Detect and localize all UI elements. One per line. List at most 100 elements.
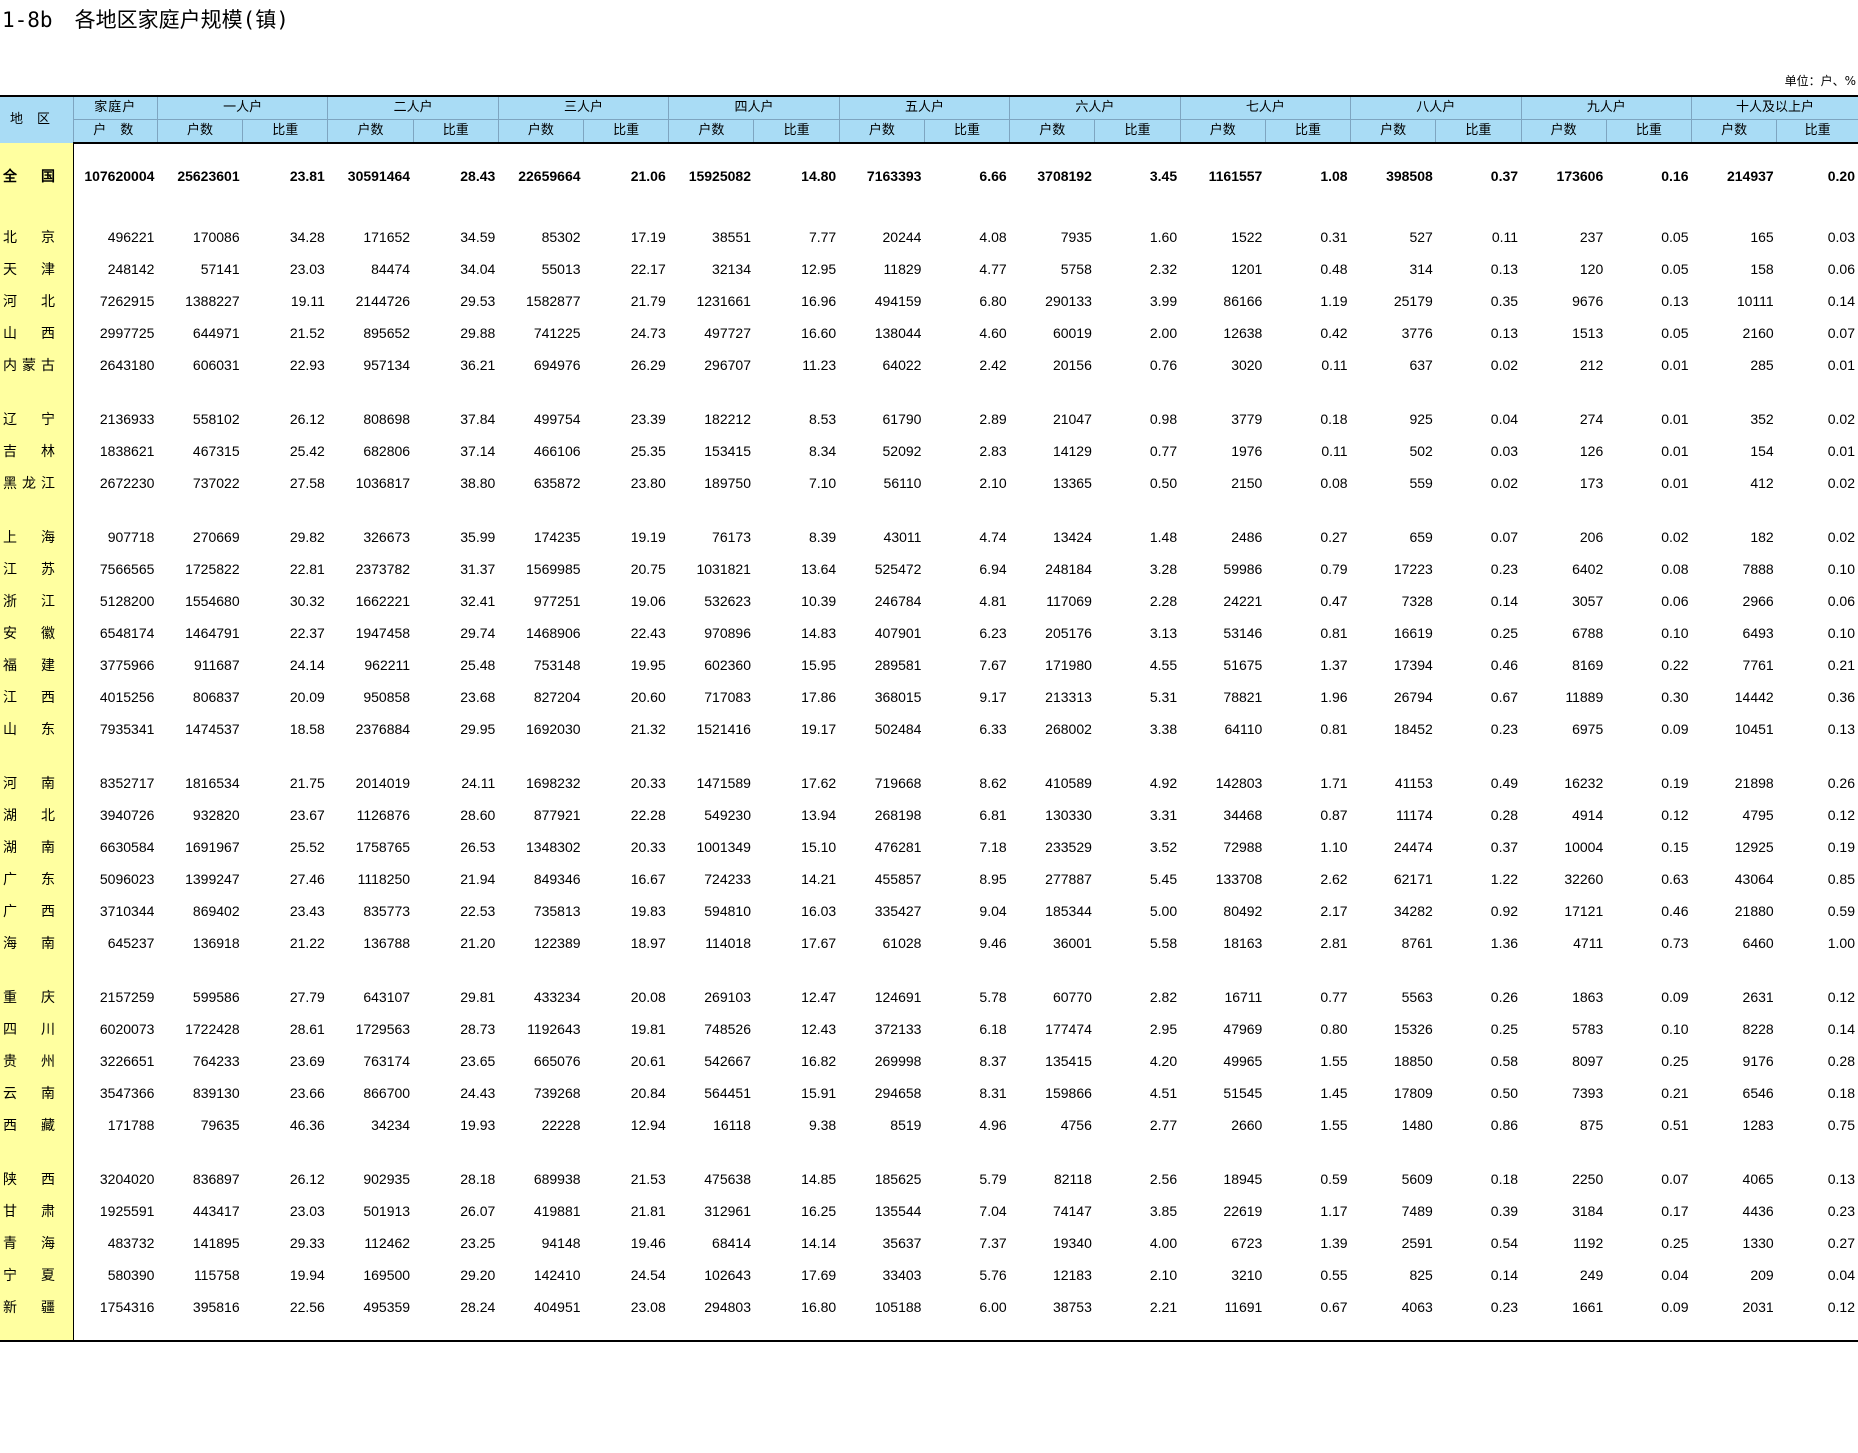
household-count-cell: 1582877 xyxy=(526,293,581,309)
table-row: 上海 907718 270669 29.82 326673 35.99 174235 19.1… xyxy=(0,521,1858,553)
total-households-cell: 2672230 xyxy=(99,475,155,491)
household-count-cell: 1001349 xyxy=(696,839,751,855)
household-count-cell: 4065 xyxy=(1742,1171,1774,1187)
ratio-cell: 0.23 xyxy=(1490,721,1519,737)
household-count-cell: 827204 xyxy=(533,689,581,705)
household-count-cell: 4063 xyxy=(1401,1299,1433,1315)
household-count-cell: 407901 xyxy=(874,625,922,641)
ratio-cell: 21.53 xyxy=(630,1171,666,1187)
household-count-cell: 64022 xyxy=(882,357,922,373)
household-count-cell: 6788 xyxy=(1572,625,1604,641)
household-count-cell: 564451 xyxy=(704,1085,751,1101)
household-count-cell: 135544 xyxy=(874,1203,922,1219)
group-header: 七人户 xyxy=(1179,95,1351,120)
household-count-cell: 3776 xyxy=(1401,325,1433,341)
household-count-cell: 314 xyxy=(1409,261,1433,277)
household-count-cell: 495359 xyxy=(363,1299,411,1315)
ratio-cell: 21.22 xyxy=(289,935,325,951)
household-count-cell: 643107 xyxy=(363,989,411,1005)
household-count-cell: 138044 xyxy=(874,325,922,341)
household-count-cell: 1976 xyxy=(1231,443,1263,459)
ratio-cell: 1.96 xyxy=(1320,689,1348,705)
ratio-cell: 19.81 xyxy=(630,1021,666,1037)
ratio-cell: 0.85 xyxy=(1827,871,1855,887)
total-households-cell: 248142 xyxy=(107,261,155,277)
ratio-cell: 16.25 xyxy=(801,1203,837,1219)
household-count-cell: 719668 xyxy=(874,775,922,791)
ratio-cell: 0.76 xyxy=(1149,357,1178,373)
ratio-cell: 0.67 xyxy=(1490,689,1519,705)
household-count-cell: 1468906 xyxy=(526,625,581,641)
total-header-top: 家庭户 xyxy=(72,95,158,120)
ratio-cell: 3.13 xyxy=(1149,625,1178,641)
household-count-cell: 2486 xyxy=(1231,529,1263,545)
household-count-cell: 902935 xyxy=(363,1171,411,1187)
household-count-cell: 911687 xyxy=(193,657,240,673)
count-subheader: 户数 xyxy=(1009,119,1095,144)
total-households-cell: 3940726 xyxy=(99,807,155,823)
region-name: 贵州 xyxy=(0,1045,74,1077)
ratio-cell: 19.19 xyxy=(630,529,666,545)
household-count-cell: 1201 xyxy=(1231,261,1263,277)
household-count-cell: 248184 xyxy=(1045,561,1092,577)
ratio-cell: 2.42 xyxy=(979,357,1007,373)
ratio-cell: 0.25 xyxy=(1490,625,1519,641)
ratio-cell: 20.33 xyxy=(630,839,666,855)
ratio-cell: 0.10 xyxy=(1827,561,1855,577)
ratio-cell: 23.08 xyxy=(630,1299,666,1315)
ratio-cell: 0.98 xyxy=(1149,411,1178,427)
ratio-cell: 5.00 xyxy=(1149,903,1178,919)
total-households-cell: 1754316 xyxy=(99,1299,155,1315)
ratio-cell: 1.55 xyxy=(1320,1117,1348,1133)
ratio-cell: 0.11 xyxy=(1321,357,1348,373)
ratio-cell: 7.37 xyxy=(979,1235,1007,1251)
household-count-cell: 1399247 xyxy=(185,871,240,887)
household-count-cell: 682806 xyxy=(363,443,411,459)
region-name: 天津 xyxy=(0,253,74,285)
ratio-cell: 17.19 xyxy=(630,229,666,245)
ratio-cell: 0.15 xyxy=(1661,839,1689,855)
household-count-cell: 372133 xyxy=(874,1021,922,1037)
ratio-cell: 0.59 xyxy=(1320,1171,1348,1187)
household-count-cell: 82118 xyxy=(1053,1171,1092,1187)
household-count-cell: 825 xyxy=(1409,1267,1433,1283)
ratio-cell: 32.41 xyxy=(460,593,496,609)
group-header: 二人户 xyxy=(327,95,499,120)
ratio-cell: 29.81 xyxy=(460,989,496,1005)
household-count-cell: 606031 xyxy=(192,357,240,373)
household-count-cell: 335427 xyxy=(874,903,922,919)
household-count-cell: 502 xyxy=(1409,443,1433,459)
household-count-cell: 51675 xyxy=(1223,657,1263,673)
ratio-cell: 17.69 xyxy=(801,1267,837,1283)
household-count-cell: 35637 xyxy=(882,1235,922,1251)
household-count-cell: 1521416 xyxy=(696,721,751,737)
ratio-cell: 22.17 xyxy=(630,261,666,277)
household-count-cell: 135415 xyxy=(1045,1053,1092,1069)
household-count-cell: 558102 xyxy=(192,411,240,427)
household-count-cell: 594810 xyxy=(704,903,751,919)
ratio-cell: 28.73 xyxy=(460,1021,496,1037)
household-count-cell: 206 xyxy=(1579,529,1604,545)
household-count-cell: 9676 xyxy=(1572,293,1604,309)
household-count-cell: 764233 xyxy=(192,1053,240,1069)
ratio-cell: 0.26 xyxy=(1490,989,1519,1005)
household-count-cell: 1464791 xyxy=(185,625,240,641)
ratio-cell: 46.36 xyxy=(289,1117,325,1133)
household-count-cell: 741225 xyxy=(533,325,581,341)
table-row: 海南 645237 136918 21.22 136788 21.20 122389 18.9… xyxy=(0,927,1858,959)
ratio-cell: 2.10 xyxy=(979,475,1007,491)
table-code: 1-8b xyxy=(2,8,53,32)
ratio-cell: 8.53 xyxy=(808,411,837,427)
ratio-cell: 0.26 xyxy=(1827,775,1855,791)
household-count-cell: 1330 xyxy=(1742,1235,1774,1251)
ratio-cell: 0.46 xyxy=(1661,903,1689,919)
household-count-cell: 665076 xyxy=(533,1053,581,1069)
household-count-cell: 142410 xyxy=(533,1267,581,1283)
ratio-cell: 9.17 xyxy=(979,689,1007,705)
ratio-cell: 23.25 xyxy=(460,1235,496,1251)
ratio-cell: 21.81 xyxy=(630,1203,666,1219)
ratio-cell: 2.95 xyxy=(1149,1021,1178,1037)
ratio-cell: 0.02 xyxy=(1827,529,1855,545)
household-count-cell: 10111 xyxy=(1736,293,1774,309)
table-row: 辽宁 2136933 558102 26.12 808698 37.84 499754 23.… xyxy=(0,403,1858,435)
